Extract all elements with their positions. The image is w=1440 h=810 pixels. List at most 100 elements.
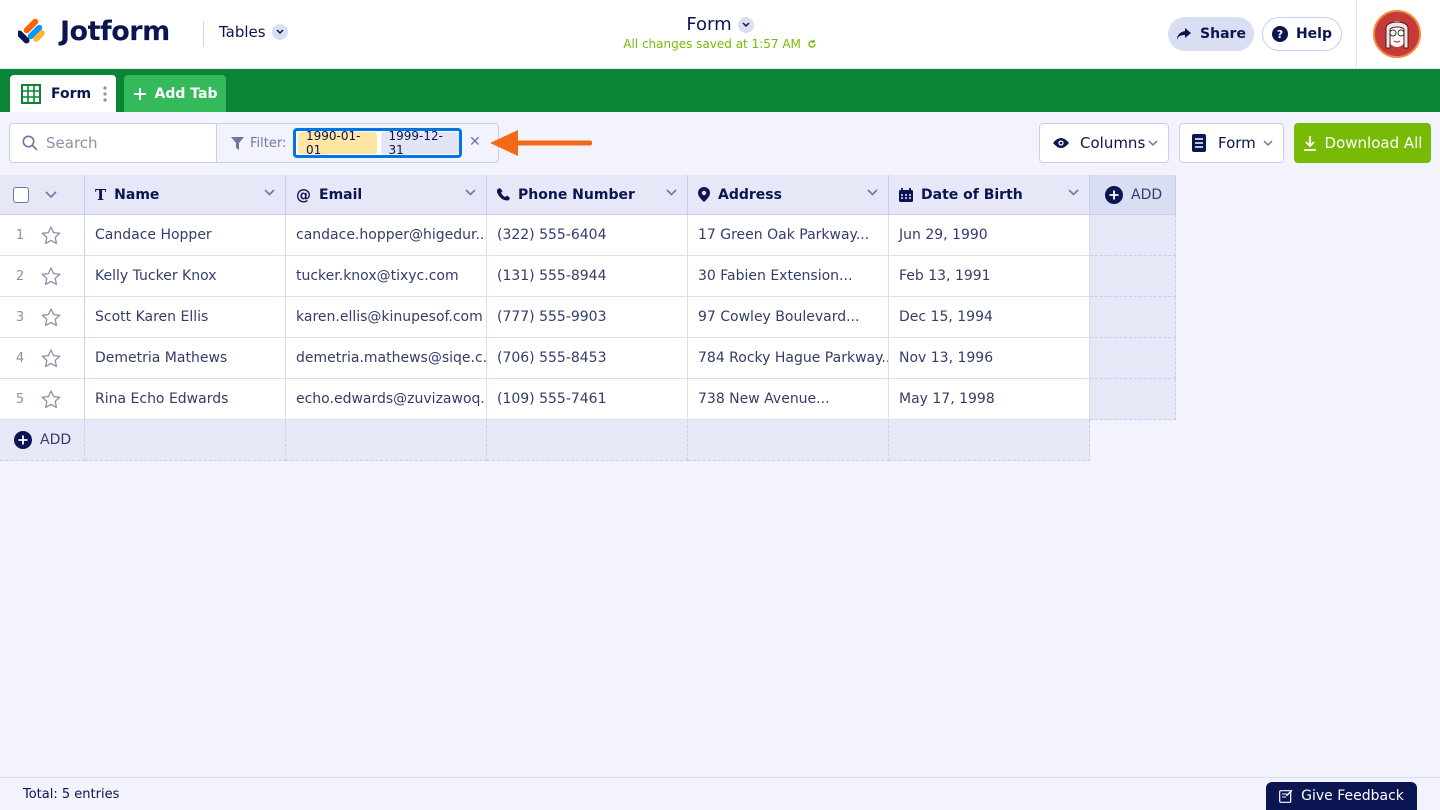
search-box[interactable] — [9, 123, 217, 163]
at-icon: @ — [296, 185, 311, 204]
star-icon[interactable] — [41, 225, 61, 245]
table-cell[interactable]: Scott Karen Ellis — [85, 297, 286, 338]
table-cell[interactable]: candace.hopper@higedur... — [286, 215, 487, 256]
table-cell[interactable]: Demetria Mathews — [85, 338, 286, 379]
table-cell[interactable]: Candace Hopper — [85, 215, 286, 256]
column-header-name[interactable]: T Name — [85, 175, 286, 215]
empty-add-row-cell — [889, 420, 1090, 461]
row-header: 2 — [0, 256, 85, 297]
filter-chip-start-date[interactable]: 1990-01-01 — [298, 129, 377, 157]
give-feedback-label: Give Feedback — [1301, 788, 1404, 804]
add-column-button[interactable]: ADD — [1090, 175, 1176, 215]
cell-value: tucker.knox@tixyc.com — [296, 268, 459, 284]
plus-circle-icon — [14, 431, 32, 449]
table-cell[interactable]: Kelly Tucker Knox — [85, 256, 286, 297]
filter-chip-end-date[interactable]: 1999-12-31 — [380, 129, 459, 157]
columns-button[interactable]: Columns — [1039, 123, 1169, 163]
cell-value: Dec 15, 1994 — [899, 309, 993, 325]
header-divider — [1356, 0, 1357, 69]
column-header-phone[interactable]: Phone Number — [487, 175, 688, 215]
cell-value: Jun 29, 1990 — [899, 227, 988, 243]
add-tab-button[interactable]: Add Tab — [124, 75, 226, 112]
download-all-button[interactable]: Download All — [1294, 123, 1431, 163]
table-cell[interactable]: 784 Rocky Hague Parkway... — [688, 338, 889, 379]
table-cell[interactable]: Nov 13, 1996 — [889, 338, 1090, 379]
clear-filter-icon[interactable]: ✕ — [469, 134, 481, 150]
calendar-icon — [899, 187, 913, 202]
footer-bar: Total: 5 entries — [0, 777, 1440, 810]
table-cell[interactable]: May 17, 1998 — [889, 379, 1090, 420]
columns-label: Columns — [1080, 134, 1146, 152]
chevron-down-icon[interactable] — [666, 189, 677, 197]
table-cell[interactable]: (109) 555-7461 — [487, 379, 688, 420]
select-all-checkbox[interactable] — [13, 186, 29, 203]
table-cell[interactable]: Rina Echo Edwards — [85, 379, 286, 420]
table-cell[interactable]: 17 Green Oak Parkway... — [688, 215, 889, 256]
chevron-down-icon[interactable] — [465, 189, 476, 197]
table-cell[interactable]: (777) 555-9903 — [487, 297, 688, 338]
table-cell[interactable]: Jun 29, 1990 — [889, 215, 1090, 256]
row-number: 1 — [15, 227, 25, 243]
eye-icon — [1053, 138, 1069, 148]
plus-icon — [133, 87, 146, 100]
chevron-down-icon[interactable] — [1068, 189, 1079, 197]
table-cell[interactable]: (706) 555-8453 — [487, 338, 688, 379]
cell-value: Kelly Tucker Knox — [95, 268, 217, 284]
download-icon — [1303, 136, 1316, 151]
table-cell[interactable]: echo.edwards@zuvizawoq... — [286, 379, 487, 420]
cell-value: candace.hopper@higedur... — [296, 227, 487, 243]
download-all-label: Download All — [1324, 134, 1423, 152]
star-icon[interactable] — [41, 266, 61, 286]
table-cell[interactable]: (322) 555-6404 — [487, 215, 688, 256]
table-cell[interactable]: Dec 15, 1994 — [889, 297, 1090, 338]
empty-add-row-cell — [286, 420, 487, 461]
table-cell[interactable]: Feb 13, 1991 — [889, 256, 1090, 297]
cell-value: Scott Karen Ellis — [95, 309, 209, 325]
map-pin-icon — [698, 187, 710, 202]
star-icon[interactable] — [41, 307, 61, 327]
column-header-email[interactable]: @ Email — [286, 175, 487, 215]
give-feedback-button[interactable]: Give Feedback — [1266, 782, 1417, 810]
cell-value: Feb 13, 1991 — [899, 268, 991, 284]
table-cell[interactable]: demetria.mathews@siqe.c... — [286, 338, 487, 379]
star-icon[interactable] — [41, 389, 61, 409]
table-cell[interactable]: tucker.knox@tixyc.com — [286, 256, 487, 297]
tab-form[interactable]: Form — [10, 75, 116, 112]
empty-add-column-cell — [1090, 338, 1176, 379]
more-vertical-icon[interactable] — [103, 85, 107, 102]
tab-bar: Form Add Tab — [0, 69, 1440, 112]
table-cell[interactable]: (131) 555-8944 — [487, 256, 688, 297]
chevron-down-icon[interactable] — [45, 190, 57, 199]
share-button[interactable]: Share — [1168, 17, 1254, 51]
tab-form-label: Form — [51, 85, 92, 102]
view-selector-button[interactable]: Form — [1179, 123, 1284, 163]
chevron-down-icon — [1148, 140, 1158, 147]
row-header: 1 — [0, 215, 85, 256]
search-input[interactable] — [46, 134, 196, 152]
chevron-down-icon[interactable] — [867, 189, 878, 197]
cell-value: Candace Hopper — [95, 227, 212, 243]
help-button[interactable]: ? Help — [1262, 17, 1342, 51]
row-number: 5 — [15, 391, 25, 407]
cell-value: Nov 13, 1996 — [899, 350, 994, 366]
help-label: Help — [1295, 26, 1333, 42]
column-header-date-of-birth[interactable]: Date of Birth — [889, 175, 1090, 215]
column-header-address[interactable]: Address — [688, 175, 889, 215]
table-cell[interactable]: 738 New Avenue... — [688, 379, 889, 420]
row-header: 5 — [0, 379, 85, 420]
table-cell[interactable]: karen.ellis@kinupesof.com — [286, 297, 487, 338]
chevron-down-icon[interactable] — [264, 189, 275, 197]
table-cell[interactable]: 30 Fabien Extension... — [688, 256, 889, 297]
row-number: 2 — [15, 268, 25, 284]
cell-value: (109) 555-7461 — [497, 391, 607, 407]
cell-value: 784 Rocky Hague Parkway... — [698, 350, 889, 366]
filter-value-group[interactable]: 1990-01-01 1999-12-31 — [293, 128, 462, 158]
add-row-button[interactable]: ADD — [0, 420, 85, 461]
empty-add-column-cell — [1090, 256, 1176, 297]
table-cell[interactable]: 97 Cowley Boulevard... — [688, 297, 889, 338]
annotation-arrow-icon — [490, 130, 592, 156]
user-avatar[interactable] — [1373, 10, 1421, 58]
form-title-dropdown[interactable]: Form — [686, 14, 754, 35]
star-icon[interactable] — [41, 348, 61, 368]
cell-value: (777) 555-9903 — [497, 309, 607, 325]
